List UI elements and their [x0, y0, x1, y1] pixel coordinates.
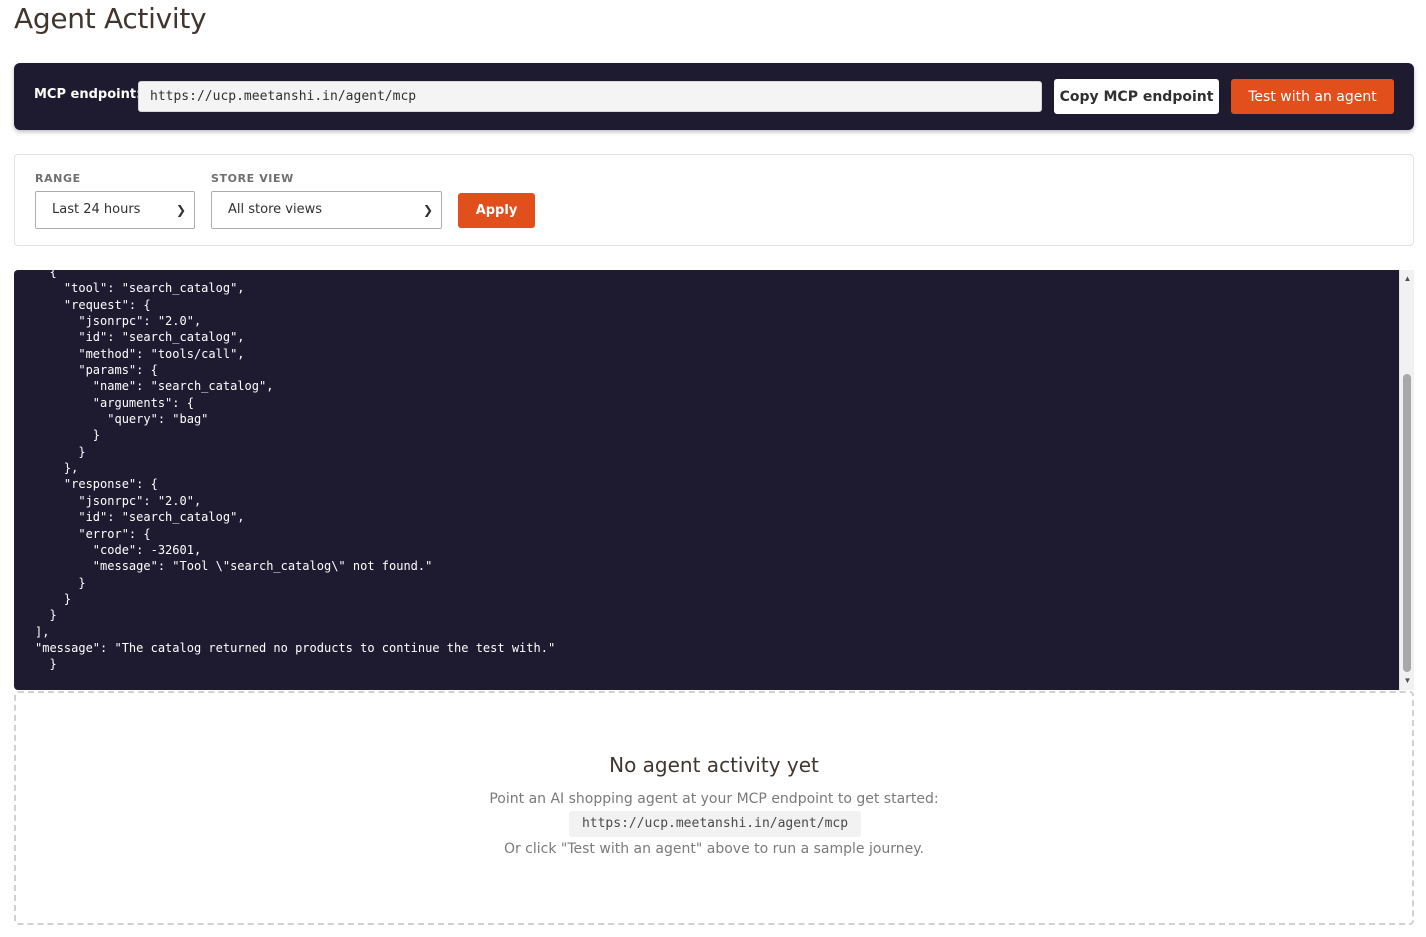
- empty-state-endpoint-code: https://ucp.meetanshi.in/agent/mcp: [569, 811, 861, 837]
- scroll-thumb[interactable]: [1403, 374, 1411, 672]
- chevron-down-icon: ❯: [175, 203, 186, 217]
- log-line: }: [35, 575, 86, 590]
- filter-panel: RANGE Last 24 hours ❯ STORE VIEW All sto…: [14, 154, 1414, 246]
- empty-state-panel: No agent activity yet Point an AI shoppi…: [14, 691, 1414, 925]
- log-line: "tool": "search_catalog",: [35, 281, 245, 296]
- log-line: "message": "Tool \"search_catalog\" not …: [35, 559, 433, 574]
- test-with-agent-button[interactable]: Test with an agent: [1231, 79, 1394, 114]
- page-title: Agent Activity: [14, 2, 207, 35]
- log-line: "error": {: [35, 526, 151, 541]
- log-line: }: [35, 444, 86, 459]
- log-line: "method": "tools/call",: [35, 346, 245, 361]
- empty-state-instruction: Point an AI shopping agent at your MCP e…: [489, 791, 939, 807]
- log-line: }: [35, 428, 101, 443]
- store-view-select[interactable]: All store views ❯: [211, 191, 442, 229]
- log-line: "jsonrpc": "2.0",: [35, 493, 202, 508]
- log-line: "params": {: [35, 363, 158, 378]
- log-line: }: [35, 591, 72, 606]
- store-view-select-value: All store views: [228, 202, 322, 217]
- range-select[interactable]: Last 24 hours ❯: [35, 191, 195, 229]
- log-line: "code": -32601,: [35, 542, 202, 557]
- copy-mcp-endpoint-button[interactable]: Copy MCP endpoint: [1054, 79, 1219, 114]
- log-line: {: [35, 270, 57, 279]
- mcp-endpoint-label: MCP endpoint:: [34, 87, 142, 102]
- range-select-value: Last 24 hours: [52, 202, 141, 217]
- log-line: "id": "search_catalog",: [35, 330, 245, 345]
- log-line: "query": "bag": [35, 412, 209, 427]
- log-line: "jsonrpc": "2.0",: [35, 314, 202, 329]
- scroll-down-arrow-icon[interactable]: ▼: [1402, 676, 1413, 686]
- range-label: RANGE: [35, 172, 81, 185]
- log-scrollbar[interactable]: ▲ ▼: [1399, 270, 1414, 690]
- log-line: ],: [35, 624, 50, 639]
- log-line: "name": "search_catalog",: [35, 379, 274, 394]
- log-line: }: [35, 657, 57, 672]
- mcp-endpoint-bar: MCP endpoint: https://ucp.meetanshi.in/a…: [14, 63, 1414, 130]
- log-line: "response": {: [35, 477, 158, 492]
- store-view-label: STORE VIEW: [211, 172, 294, 185]
- log-line: "arguments": {: [35, 395, 194, 410]
- empty-state-title: No agent activity yet: [609, 753, 819, 777]
- mcp-endpoint-field[interactable]: https://ucp.meetanshi.in/agent/mcp: [138, 81, 1042, 112]
- log-json-output: { "tool": "search_catalog", "request": {…: [35, 270, 1395, 673]
- log-line: "id": "search_catalog",: [35, 510, 245, 525]
- scroll-up-arrow-icon[interactable]: ▲: [1402, 274, 1413, 284]
- log-line: "message": "The catalog returned no prod…: [35, 640, 556, 655]
- activity-log-panel[interactable]: { "tool": "search_catalog", "request": {…: [14, 270, 1414, 690]
- log-line: "request": {: [35, 297, 151, 312]
- apply-button[interactable]: Apply: [458, 193, 535, 228]
- log-line: },: [35, 461, 79, 476]
- log-line: }: [35, 608, 57, 623]
- empty-state-hint: Or click "Test with an agent" above to r…: [503, 841, 925, 857]
- chevron-down-icon: ❯: [422, 203, 433, 217]
